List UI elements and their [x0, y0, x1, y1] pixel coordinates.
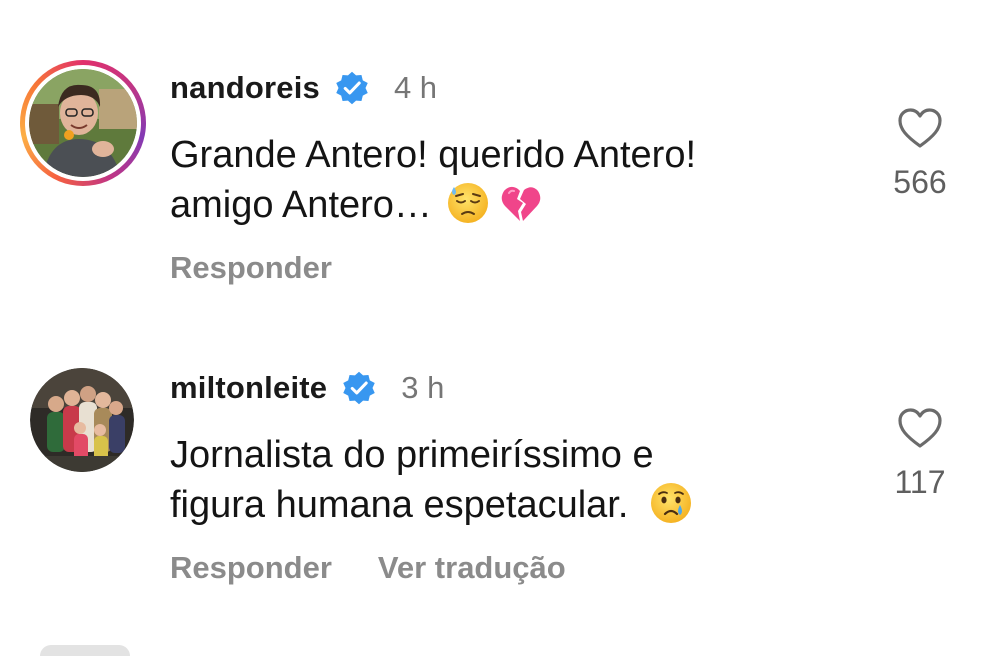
comments-panel: nandoreis 4 h Grande Antero! querido Ant… — [0, 0, 984, 656]
reply-button[interactable]: Responder — [170, 550, 332, 586]
comment-text-line: figura humana espetacular. — [170, 480, 830, 530]
verified-badge-icon — [343, 371, 375, 405]
comment-actions: Responder Ver tradução — [170, 550, 566, 586]
comment-item: miltonleite 3 h Jornalista do primeiríss… — [0, 0, 984, 640]
username[interactable]: miltonleite — [170, 370, 327, 406]
comment-text: Jornalista do primeiríssimo e figura hum… — [170, 430, 830, 530]
crying-face-emoji — [650, 483, 691, 523]
avatar[interactable] — [30, 368, 134, 472]
clipped-next-avatar — [40, 645, 130, 656]
comment-text-line: Jornalista do primeiríssimo e — [170, 434, 654, 476]
like-control: 117 — [880, 406, 960, 501]
comment-timestamp: 3 h — [401, 370, 445, 405]
heart-icon[interactable] — [896, 406, 944, 450]
comment-header: miltonleite 3 h — [170, 368, 444, 408]
see-translation-button[interactable]: Ver tradução — [378, 550, 566, 586]
comment-text-segment: figura humana espetacular. — [170, 484, 629, 526]
like-count: 117 — [894, 464, 946, 500]
